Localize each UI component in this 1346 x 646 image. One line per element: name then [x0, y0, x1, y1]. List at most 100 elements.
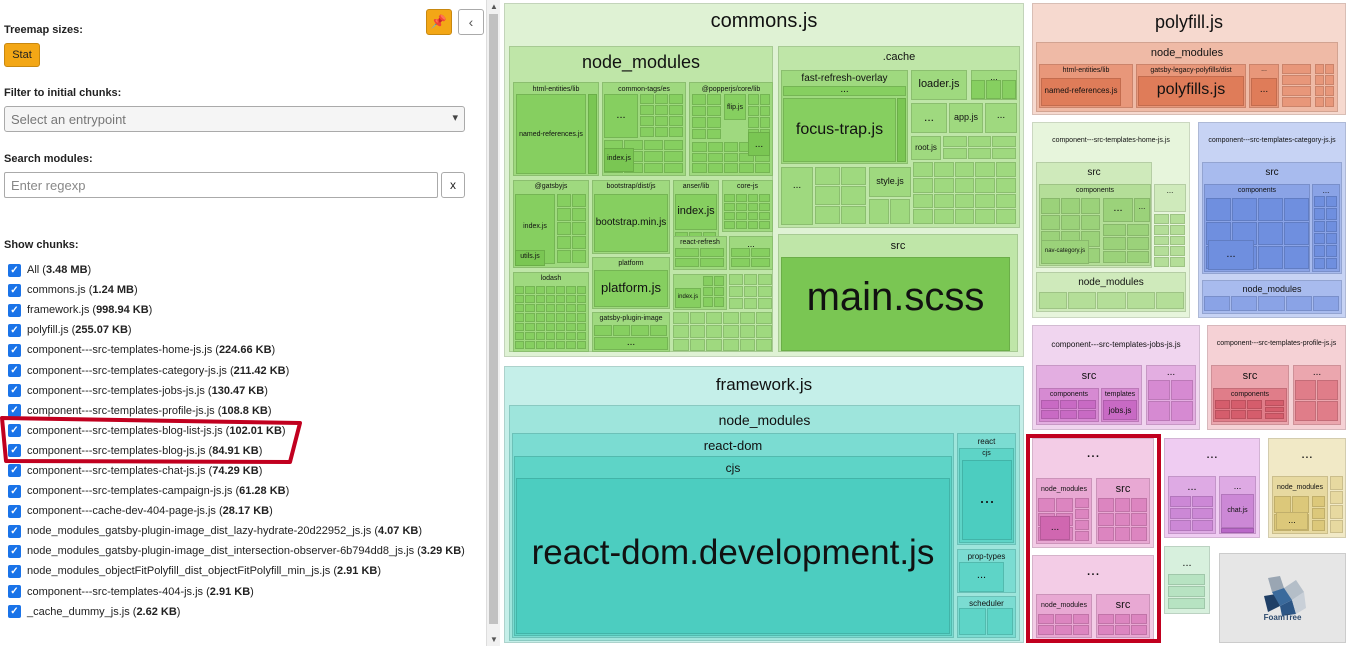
treemap-cell-small[interactable]: [729, 274, 743, 285]
chunk-item[interactable]: ✓ polyfill.js (255.07 KB): [8, 320, 478, 340]
treemap-cell-small[interactable]: [576, 304, 586, 313]
treemap-cell-small[interactable]: [751, 248, 770, 257]
treemap-cell-small[interactable]: [933, 193, 954, 209]
treemap-cell-small[interactable]: [986, 80, 1001, 99]
treemap-cell[interactable]: ...: [962, 460, 1012, 540]
treemap-cell-small[interactable]: [1295, 401, 1316, 421]
treemap-cell-small[interactable]: [535, 295, 545, 304]
treemap-cell-small[interactable]: [631, 325, 649, 336]
treemap-cell-small[interactable]: [1330, 519, 1343, 533]
treemap-cell-small[interactable]: [1282, 75, 1311, 85]
treemap-cell-small[interactable]: [723, 152, 739, 163]
treemap-cell-small[interactable]: [1330, 490, 1343, 504]
treemap-cell[interactable]: ...: [783, 86, 906, 96]
sidebar-scrollbar[interactable]: ▲ ▼: [486, 0, 500, 646]
treemap-cell-small[interactable]: [1258, 198, 1283, 221]
treemap-cell-small[interactable]: [1170, 496, 1191, 507]
treemap-cell-small[interactable]: [933, 209, 954, 224]
entrypoint-select[interactable]: Select an entrypoint ▾: [4, 106, 465, 132]
treemap-cell-small[interactable]: [1317, 401, 1338, 421]
treemap-cell[interactable]: bootstrap.min.js: [594, 194, 668, 252]
chunk-item[interactable]: ✓ _cache_dummy_js.js (2.62 KB): [8, 602, 478, 622]
treemap-cell-small[interactable]: [1314, 233, 1325, 245]
treemap-cell-small[interactable]: [644, 140, 663, 151]
treemap-cell-small[interactable]: [1168, 598, 1205, 609]
treemap-cell[interactable]: nav-category.js: [1041, 240, 1089, 264]
treemap-cell-small[interactable]: [572, 222, 586, 235]
treemap-cell-small[interactable]: [1148, 401, 1170, 421]
treemap-cell-small[interactable]: [724, 194, 735, 202]
treemap-cell[interactable]: platform.js: [594, 270, 668, 307]
treemap-cell-small[interactable]: [1078, 400, 1096, 409]
treemap-cell-small[interactable]: [967, 148, 992, 159]
treemap-cell-small[interactable]: [1155, 292, 1184, 309]
treemap-cell-small[interactable]: [654, 116, 669, 126]
treemap-cell-small[interactable]: [545, 322, 556, 331]
treemap-cell-small[interactable]: [572, 250, 586, 263]
treemap-cell-small[interactable]: [841, 167, 866, 186]
treemap-cell-small[interactable]: [1068, 292, 1097, 309]
treemap-cell-small[interactable]: [1168, 586, 1205, 597]
treemap-cell-small[interactable]: [1317, 380, 1338, 400]
treemap-cell-small[interactable]: [1330, 476, 1343, 490]
chunk-item[interactable]: ✓ component---src-templates-campaign-js.j…: [8, 481, 478, 501]
treemap-cell-small[interactable]: [1204, 296, 1231, 311]
treemap-cell-small[interactable]: [759, 212, 770, 220]
treemap-cell-small[interactable]: [1325, 97, 1334, 107]
treemap-cell-small[interactable]: [1059, 400, 1078, 409]
treemap-cell-small[interactable]: [669, 105, 683, 115]
treemap-cell-small[interactable]: [1295, 380, 1316, 400]
treemap-cell-small[interactable]: [566, 322, 576, 331]
treemap-cell-small[interactable]: [572, 194, 586, 207]
treemap-cell-small[interactable]: [913, 177, 933, 193]
treemap-cell-small[interactable]: [654, 94, 669, 104]
treemap-cell-small[interactable]: [1148, 380, 1170, 400]
treemap-cell-small[interactable]: [1315, 97, 1324, 107]
treemap-cell-small[interactable]: [525, 331, 535, 340]
treemap-cell[interactable]: named-references.js: [1041, 78, 1121, 106]
treemap-cell-small[interactable]: [1325, 86, 1334, 96]
treemap-cell-small[interactable]: [992, 136, 1016, 147]
treemap-cell-small[interactable]: [1232, 198, 1257, 221]
treemap-cell-small[interactable]: [572, 236, 586, 249]
treemap-cell-small[interactable]: [967, 136, 992, 147]
treemap-cell-small[interactable]: [556, 286, 566, 295]
treemap-cell-small[interactable]: [1326, 196, 1337, 208]
treemap-cell-small[interactable]: [747, 194, 759, 202]
treemap-cell-small[interactable]: [1081, 214, 1100, 230]
treemap-cell-small[interactable]: [1284, 198, 1309, 221]
treemap-cell-small[interactable]: [1282, 86, 1311, 96]
treemap-cell-small[interactable]: [1170, 520, 1191, 531]
treemap-cell-small[interactable]: [557, 208, 571, 221]
treemap-cell-small[interactable]: [975, 193, 996, 209]
treemap-cell-small[interactable]: [545, 286, 556, 295]
treemap-cell-small[interactable]: [1326, 208, 1337, 220]
treemap-cell[interactable]: ...: [604, 94, 638, 138]
treemap-cell-small[interactable]: [714, 286, 724, 297]
treemap-cell-small[interactable]: [743, 298, 758, 309]
treemap-cell-small[interactable]: [1097, 292, 1126, 309]
treemap-cell[interactable]: ...: [1251, 78, 1277, 106]
treemap-cell-small[interactable]: [572, 208, 586, 221]
treemap-cell-small[interactable]: [515, 313, 525, 322]
treemap-cell[interactable]: [1221, 528, 1254, 533]
treemap-cell-small[interactable]: [724, 221, 735, 229]
treemap-cell[interactable]: ...: [1154, 184, 1186, 212]
treemap-cell-small[interactable]: [692, 142, 707, 152]
treemap-cell-small[interactable]: [689, 312, 706, 325]
treemap-cell-small[interactable]: [525, 304, 535, 313]
treemap-cell-small[interactable]: [1284, 222, 1309, 245]
treemap-cell[interactable]: root.js: [911, 136, 941, 160]
treemap-cell-small[interactable]: [1039, 292, 1068, 309]
treemap-cell-small[interactable]: [673, 338, 689, 351]
treemap-cell-small[interactable]: [664, 140, 683, 151]
treemap-cell-small[interactable]: [1081, 198, 1100, 214]
chunk-item[interactable]: ✓ component---src-templates-category-js.j…: [8, 360, 478, 380]
treemap-cell-small[interactable]: [556, 295, 566, 304]
treemap-cell-small[interactable]: [1325, 64, 1334, 74]
treemap-cell-small[interactable]: [692, 152, 707, 163]
treemap-cell-small[interactable]: [1265, 400, 1284, 406]
treemap-cell-small[interactable]: [971, 80, 986, 99]
treemap-cell-small[interactable]: [743, 274, 758, 285]
treemap-cell-small[interactable]: [1326, 233, 1337, 245]
